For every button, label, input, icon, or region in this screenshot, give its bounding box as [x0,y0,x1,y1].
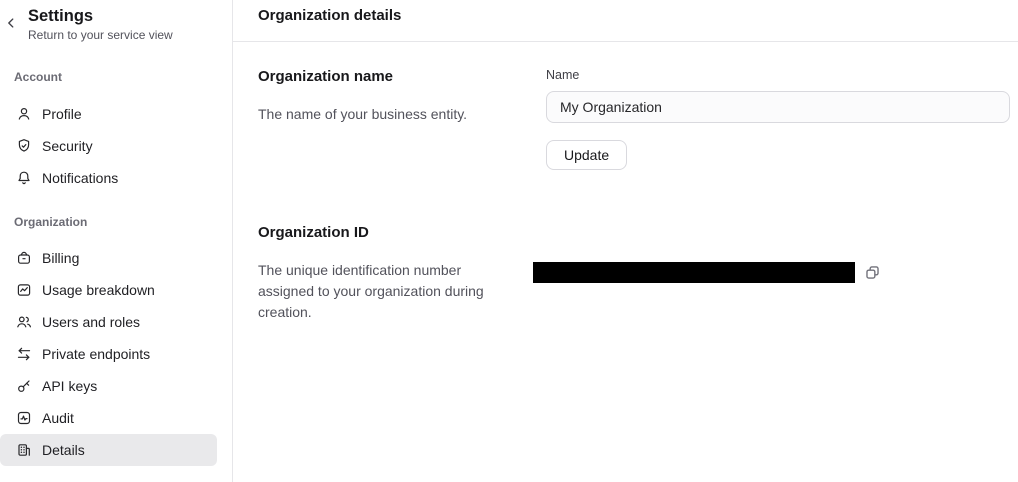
copy-icon [864,264,881,281]
sidebar-item-label: Notifications [42,170,118,186]
sidebar-item-label: API keys [42,378,97,394]
account-nav: Profile Security Notifications [0,98,232,194]
activity-square-icon [16,410,32,426]
shield-check-icon [16,138,32,154]
swap-arrows-icon [16,346,32,362]
org-id-description: The unique identification number assigne… [258,260,520,323]
update-button[interactable]: Update [546,140,627,170]
org-id-value-area [546,224,1010,283]
sidebar-item-billing[interactable]: Billing [0,242,217,274]
sidebar-item-api-keys[interactable]: API keys [0,370,217,402]
main-content: Organization details Organization name T… [233,0,1018,482]
user-icon [16,106,32,122]
building-icon [16,442,32,458]
sidebar-item-users-and-roles[interactable]: Users and roles [0,306,217,338]
sidebar-item-label: Profile [42,106,82,122]
org-name-section: Organization name The name of your busin… [258,68,1010,170]
org-id-info: Organization ID The unique identificatio… [258,224,520,323]
sidebar-item-security[interactable]: Security [0,130,217,162]
settings-app: Settings Return to your service view Acc… [0,0,1018,482]
chevron-left-icon [4,16,18,30]
org-name-form: Name Update [546,68,1010,170]
org-name-input[interactable] [546,91,1010,123]
bell-icon [16,170,32,186]
org-name-info: Organization name The name of your busin… [258,68,520,125]
main-header: Organization details [233,0,1018,42]
sidebar-item-usage-breakdown[interactable]: Usage breakdown [0,274,217,306]
sidebar-item-private-endpoints[interactable]: Private endpoints [0,338,217,370]
sidebar-item-audit[interactable]: Audit [0,402,217,434]
sidebar-subtitle: Return to your service view [28,28,220,42]
sidebar-item-details[interactable]: Details [0,434,217,466]
org-id-row [533,262,1010,283]
sidebar-item-label: Details [42,442,85,458]
org-id-section: Organization ID The unique identificatio… [258,224,1010,323]
key-icon [16,378,32,394]
section-label-organization: Organization [14,215,232,229]
org-id-heading: Organization ID [258,224,520,242]
sidebar-item-profile[interactable]: Profile [0,98,217,130]
sidebar-item-notifications[interactable]: Notifications [0,162,217,194]
copy-org-id-button[interactable] [863,264,881,282]
sidebar-item-label: Private endpoints [42,346,150,362]
details-content: Organization name The name of your busin… [233,42,1018,323]
sidebar-item-label: Billing [42,250,79,266]
usage-chart-icon [16,282,32,298]
section-label-account: Account [14,70,232,84]
sidebar-header: Settings Return to your service view [0,4,232,42]
sidebar-title: Settings [28,6,220,26]
name-field-label: Name [546,68,1010,83]
users-icon [16,314,32,330]
org-name-heading: Organization name [258,68,520,86]
settings-sidebar: Settings Return to your service view Acc… [0,0,233,482]
sidebar-item-label: Security [42,138,93,154]
back-button[interactable] [2,14,20,32]
org-id-value-redacted [533,262,855,283]
org-name-description: The name of your business entity. [258,104,520,125]
sidebar-item-label: Audit [42,410,74,426]
page-title: Organization details [258,7,1018,25]
billing-icon [16,250,32,266]
sidebar-item-label: Usage breakdown [42,282,155,298]
organization-nav: Billing Usage breakdown Users and roles … [0,242,232,466]
sidebar-item-label: Users and roles [42,314,140,330]
